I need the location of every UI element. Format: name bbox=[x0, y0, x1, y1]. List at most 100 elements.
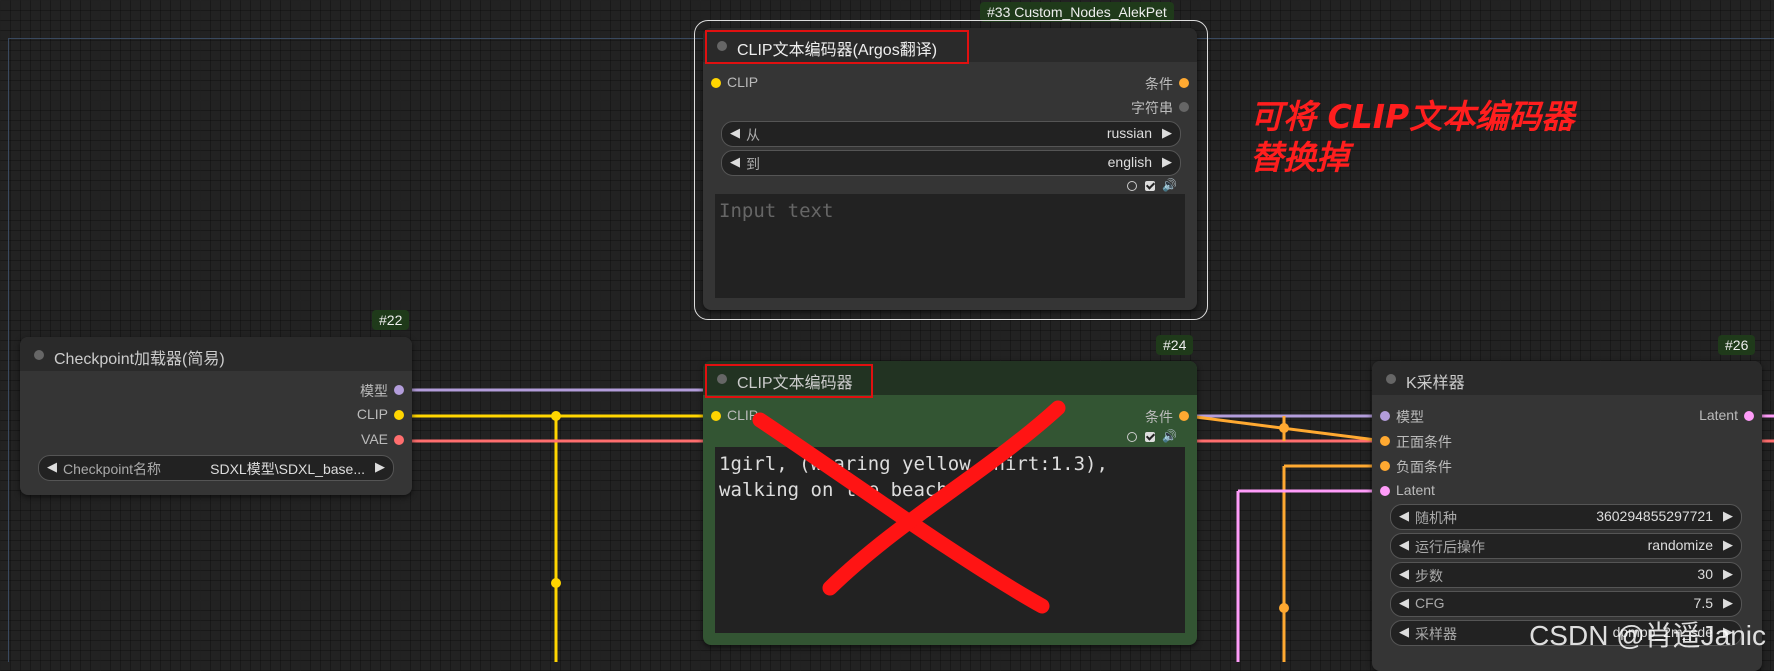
combo-from-language[interactable]: ◀ 从 russian ▶ bbox=[721, 121, 1181, 147]
slot-dot[interactable] bbox=[1179, 411, 1189, 421]
arrow-left-icon[interactable]: ◀ bbox=[1399, 537, 1409, 553]
output-slot-model[interactable]: 模型 bbox=[360, 381, 404, 399]
link-reroute-dot bbox=[551, 411, 561, 421]
slot-dot[interactable] bbox=[394, 410, 404, 420]
slot-label: CLIP bbox=[727, 74, 759, 90]
output-slot-string[interactable]: 字符串 bbox=[1131, 98, 1189, 116]
node-header[interactable]: K采样器 bbox=[1372, 361, 1762, 395]
node-header[interactable]: Checkpoint加载器(简易) bbox=[20, 337, 412, 371]
slot-dot[interactable] bbox=[1380, 411, 1390, 421]
slot-dot[interactable] bbox=[1179, 78, 1189, 88]
input-slot-negative[interactable]: 负面条件 bbox=[1380, 457, 1452, 475]
arrow-left-icon[interactable]: ◀ bbox=[1399, 624, 1409, 640]
input-slot-clip[interactable]: CLIP bbox=[711, 407, 758, 425]
slot-dot[interactable] bbox=[394, 385, 404, 395]
slot-label: 负面条件 bbox=[1396, 459, 1452, 475]
arrow-right-icon[interactable]: ▶ bbox=[1723, 508, 1733, 524]
arrow-left-icon[interactable]: ◀ bbox=[47, 459, 57, 475]
node-collapse-dot[interactable] bbox=[1386, 374, 1396, 384]
widget-label: Checkpoint名称 bbox=[63, 461, 162, 477]
output-slot-conditioning[interactable]: 条件 bbox=[1145, 407, 1189, 425]
output-slot-clip[interactable]: CLIP bbox=[357, 406, 404, 424]
slot-label: Latent bbox=[1699, 407, 1738, 423]
arrow-right-icon[interactable]: ▶ bbox=[1162, 125, 1172, 141]
input-slot-model[interactable]: 模型 bbox=[1380, 407, 1424, 425]
slot-dot[interactable] bbox=[1380, 436, 1390, 446]
node-header[interactable]: CLIP文本编码器(Argos翻译) bbox=[703, 28, 1197, 62]
node-id-badge: #24 bbox=[1156, 335, 1194, 355]
output-slot-vae[interactable]: VAE bbox=[361, 431, 404, 449]
output-slot-latent[interactable]: Latent bbox=[1699, 407, 1754, 425]
widget-value: SDXL模型\SDXL_base... bbox=[210, 461, 365, 477]
slot-label: 条件 bbox=[1145, 409, 1173, 425]
prompt-text-input[interactable]: 1girl, (wearing yellow shirt:1.3), walki… bbox=[715, 447, 1185, 633]
widget-value: english bbox=[1107, 154, 1152, 170]
widget-label: 运行后操作 bbox=[1415, 539, 1485, 555]
widget-label: 采样器 bbox=[1415, 626, 1457, 642]
radio-icon[interactable] bbox=[1127, 431, 1138, 442]
slot-label: 字符串 bbox=[1131, 100, 1173, 116]
link-cond-neg bbox=[1282, 464, 1384, 662]
slot-dot[interactable] bbox=[1744, 411, 1754, 421]
slot-dot[interactable] bbox=[711, 411, 721, 421]
speaker-icon[interactable]: 🔊 bbox=[1162, 429, 1177, 443]
combo-checkpoint-name[interactable]: ◀ Checkpoint名称 SDXL模型\SDXL_base... ▶ bbox=[38, 455, 394, 481]
arrow-right-icon[interactable]: ▶ bbox=[1723, 537, 1733, 553]
input-slot-latent[interactable]: Latent bbox=[1380, 482, 1435, 500]
slot-dot[interactable] bbox=[711, 78, 721, 88]
arrow-left-icon[interactable]: ◀ bbox=[730, 154, 740, 170]
number-steps[interactable]: ◀ 步数 30 ▶ bbox=[1390, 562, 1742, 588]
slot-dot[interactable] bbox=[1380, 486, 1390, 496]
widget-label: CFG bbox=[1415, 595, 1445, 611]
number-seed[interactable]: ◀ 随机种 360294855297721 ▶ bbox=[1390, 504, 1742, 530]
node-clip-text-encode-argos[interactable]: CLIP文本编码器(Argos翻译) CLIP 条件 字符串 ◀ 从 russi… bbox=[703, 28, 1197, 310]
arrow-left-icon[interactable]: ◀ bbox=[1399, 595, 1409, 611]
annotation-line: 替换掉 bbox=[1250, 138, 1349, 177]
arrow-right-icon[interactable]: ▶ bbox=[1723, 566, 1733, 582]
node-title: CLIP文本编码器(Argos翻译) bbox=[737, 42, 938, 59]
output-slot-conditioning[interactable]: 条件 bbox=[1145, 74, 1189, 92]
node-collapse-dot[interactable] bbox=[717, 374, 727, 384]
arrow-right-icon[interactable]: ▶ bbox=[1162, 154, 1172, 170]
slot-label: CLIP bbox=[727, 407, 759, 423]
checkbox-icon[interactable] bbox=[1144, 180, 1155, 191]
prompt-text-input[interactable]: Input text bbox=[715, 194, 1185, 298]
node-title: K采样器 bbox=[1406, 375, 1465, 392]
node-clip-text-encode[interactable]: CLIP文本编码器 CLIP 条件 🔊 1girl, (wearing yell… bbox=[703, 361, 1197, 645]
node-collapse-dot[interactable] bbox=[717, 41, 727, 51]
node-collapse-dot[interactable] bbox=[34, 350, 44, 360]
watermark: CSDN @肖遥Janic bbox=[1529, 620, 1766, 651]
link-latent bbox=[1236, 489, 1384, 662]
node-checkpoint-loader[interactable]: Checkpoint加载器(简易) 模型 CLIP VAE ◀ Checkpoi… bbox=[20, 337, 412, 495]
annotation-line: 可将 CLIP文本编码器 bbox=[1250, 97, 1575, 136]
node-id-badge: #22 bbox=[372, 310, 410, 330]
widget-label: 到 bbox=[746, 156, 760, 172]
link-reroute-dot bbox=[1279, 423, 1289, 433]
combo-control-after-generate[interactable]: ◀ 运行后操作 randomize ▶ bbox=[1390, 533, 1742, 559]
node-header[interactable]: CLIP文本编码器 bbox=[703, 361, 1197, 395]
radio-icon[interactable] bbox=[1127, 180, 1138, 191]
arrow-left-icon[interactable]: ◀ bbox=[1399, 566, 1409, 582]
speaker-icon[interactable]: 🔊 bbox=[1162, 178, 1177, 192]
slot-dot[interactable] bbox=[394, 435, 404, 445]
input-slot-positive[interactable]: 正面条件 bbox=[1380, 432, 1452, 450]
arrow-left-icon[interactable]: ◀ bbox=[730, 125, 740, 141]
slot-label: VAE bbox=[361, 431, 388, 447]
arrow-left-icon[interactable]: ◀ bbox=[1399, 508, 1409, 524]
arrow-right-icon[interactable]: ▶ bbox=[1723, 595, 1733, 611]
node-id-badge: #26 bbox=[1718, 335, 1756, 355]
slot-dot[interactable] bbox=[1380, 461, 1390, 471]
slot-label: 模型 bbox=[1396, 409, 1424, 425]
widget-label: 步数 bbox=[1415, 568, 1443, 584]
text-widget-toolbar: 🔊 bbox=[1123, 429, 1177, 443]
input-slot-clip[interactable]: CLIP bbox=[711, 74, 758, 92]
arrow-right-icon[interactable]: ▶ bbox=[375, 459, 385, 475]
widget-label: 从 bbox=[746, 127, 760, 143]
slot-label: Latent bbox=[1396, 482, 1435, 498]
link-reroute-dot bbox=[1279, 603, 1289, 613]
node-id-badge: #33 Custom_Nodes_AlekPet bbox=[980, 2, 1174, 22]
slot-dot[interactable] bbox=[1179, 102, 1189, 112]
checkbox-icon[interactable] bbox=[1144, 431, 1155, 442]
annotation-note: 可将 CLIP文本编码器 替换掉 bbox=[1250, 96, 1574, 178]
combo-to-language[interactable]: ◀ 到 english ▶ bbox=[721, 150, 1181, 176]
